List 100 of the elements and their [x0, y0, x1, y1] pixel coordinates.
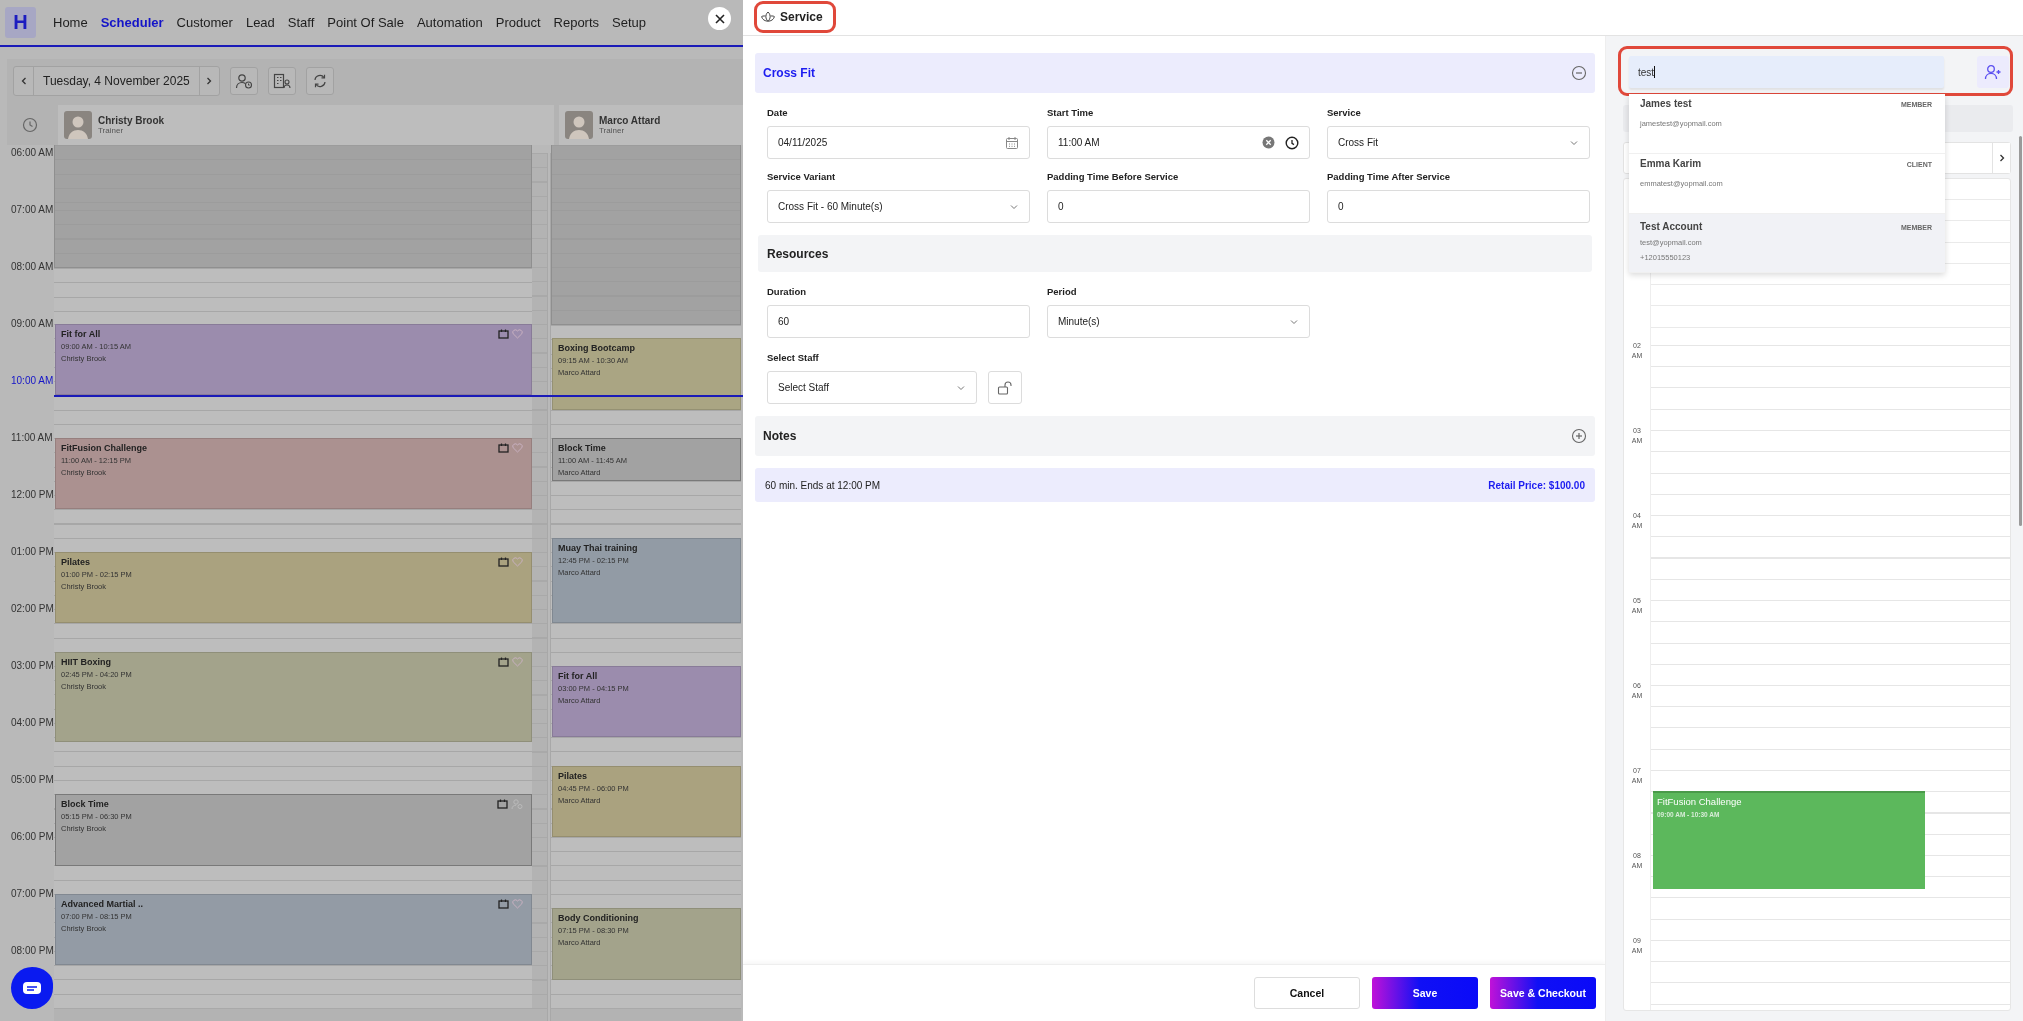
- next-button[interactable]: [1992, 143, 2010, 173]
- calendar-icon: [498, 557, 509, 567]
- time-label: 09:00 AM: [11, 318, 54, 329]
- event-title: Block Time: [558, 443, 606, 453]
- event-title: Fit for All: [558, 671, 598, 681]
- input-field[interactable]: 0: [1047, 190, 1310, 223]
- chat-button[interactable]: [11, 967, 53, 1009]
- field-label: Padding Time Before Service: [1047, 171, 1180, 182]
- customer-name: Emma Karim: [1640, 158, 1702, 169]
- refresh-icon: [311, 73, 328, 89]
- event-title: Pilates: [61, 557, 91, 567]
- primary-button[interactable]: Save & Checkout: [1490, 977, 1596, 1009]
- time-label: 12:00 PM: [11, 489, 54, 500]
- add-person-icon: [1984, 64, 2002, 80]
- person-clock-icon: [234, 73, 253, 89]
- event-title: FitFusion Challenge: [61, 443, 147, 453]
- avatar-icon: [64, 111, 92, 139]
- staff-name: Marco Attard: [599, 115, 661, 126]
- time-label: 04:00 PM: [11, 717, 54, 728]
- expand-icon[interactable]: [1571, 428, 1587, 444]
- section-header[interactable]: Cross Fit: [755, 53, 1595, 93]
- nav-item[interactable]: Setup: [612, 15, 647, 30]
- customer-name: Test Account: [1640, 221, 1703, 232]
- input-field[interactable]: 0: [1327, 190, 1590, 223]
- event-title: Advanced Martial ..: [61, 899, 144, 909]
- select-field[interactable]: Cross Fit: [1327, 126, 1590, 159]
- nav-item[interactable]: Staff: [287, 15, 315, 30]
- field-label: Padding Time After Service: [1327, 171, 1451, 182]
- staff-role: Trainer: [98, 126, 125, 135]
- customer-name: James test: [1640, 98, 1692, 109]
- calendar-icon: [498, 443, 509, 453]
- field-label: Start Time: [1047, 107, 1095, 118]
- date-field[interactable]: 04/11/2025: [767, 126, 1030, 159]
- cancel-button[interactable]: Cancel: [1254, 977, 1360, 1009]
- select-field[interactable]: Cross Fit - 60 Minute(s): [767, 190, 1030, 223]
- heart-icon: [512, 443, 523, 453]
- logo[interactable]: H: [5, 7, 36, 38]
- clock-icon: [22, 117, 38, 133]
- staff-schedule-button[interactable]: [229, 67, 258, 95]
- field-label: Duration: [767, 286, 808, 297]
- nav-item[interactable]: Scheduler: [100, 15, 164, 30]
- field-label: Period: [1047, 286, 1078, 297]
- time-label: 02:00 PM: [11, 603, 54, 614]
- nav-item[interactable]: Home: [53, 15, 88, 30]
- event-title: HIIT Boxing: [61, 656, 111, 667]
- calendar-icon: [498, 656, 509, 667]
- time-label: 06:00 PM: [11, 831, 54, 842]
- time-field[interactable]: 11:00 AM: [1047, 126, 1310, 159]
- nav-item[interactable]: Reports: [553, 15, 600, 30]
- close-icon: [713, 12, 726, 25]
- nav-item[interactable]: Customer: [176, 15, 233, 30]
- calendar-icon: [497, 799, 508, 810]
- building-person-button[interactable]: [267, 67, 296, 95]
- event-title: FitFusion Challenge: [1657, 796, 1742, 807]
- refresh-button[interactable]: [305, 67, 334, 95]
- nav-item[interactable]: Lead: [245, 15, 275, 30]
- clock-icon[interactable]: [1285, 135, 1299, 150]
- search-field[interactable]: test: [1629, 56, 1944, 88]
- field-label: Service Variant: [767, 171, 837, 182]
- event-title: Pilates: [558, 770, 588, 781]
- clear-icon[interactable]: [1262, 136, 1275, 149]
- field-label: Service: [1327, 107, 1362, 118]
- staff-role: Trainer: [599, 126, 626, 135]
- heart-icon: [512, 329, 523, 339]
- drawer-title: Service: [780, 9, 823, 24]
- primary-button[interactable]: Save: [1372, 977, 1478, 1009]
- chat-icon: [21, 979, 43, 997]
- add-customer-button[interactable]: [1977, 56, 2009, 88]
- collapse-icon[interactable]: [1571, 65, 1587, 81]
- lock-button[interactable]: [988, 371, 1022, 404]
- lotus-icon: [761, 10, 775, 23]
- select-field[interactable]: Minute(s): [1047, 305, 1310, 338]
- section-title: Notes: [763, 429, 797, 443]
- nav-item[interactable]: Automation: [416, 15, 483, 30]
- heart-icon: [512, 899, 523, 909]
- section-header[interactable]: Notes: [755, 416, 1595, 456]
- date-label[interactable]: Tuesday, 4 November 2025: [33, 67, 200, 95]
- time-label: 05:00 PM: [11, 774, 54, 785]
- time-label: 11:00 AM: [11, 432, 53, 443]
- summary-text: 60 min. Ends at 12:00 PM: [765, 479, 881, 491]
- calendar-icon: [498, 329, 509, 339]
- time-label: 06:00 AM: [11, 147, 54, 158]
- close-button[interactable]: [708, 7, 731, 30]
- time-label: 01:00 PM: [11, 546, 54, 557]
- event-title: Fit for All: [61, 329, 101, 339]
- time-label: 10:00 AM: [11, 375, 54, 386]
- chevron-right-icon: [1997, 153, 2006, 163]
- nav-item[interactable]: Product: [495, 15, 541, 30]
- time-label: 03:00 PM: [11, 660, 54, 671]
- select-field[interactable]: Select Staff: [767, 371, 977, 404]
- event-title: Body Conditioning: [558, 913, 639, 924]
- time-label: 07:00 PM: [11, 888, 54, 899]
- staff-name: Christy Brook: [98, 115, 165, 126]
- time-label: 08:00 PM: [11, 945, 54, 956]
- field-label: Select Staff: [767, 352, 820, 363]
- nav-item[interactable]: Point Of Sale: [327, 15, 404, 30]
- event-title: Muay Thai training: [558, 542, 638, 553]
- heart-icon: [512, 656, 523, 667]
- section-title: Resources: [767, 246, 829, 261]
- input-field[interactable]: 60: [767, 305, 1030, 338]
